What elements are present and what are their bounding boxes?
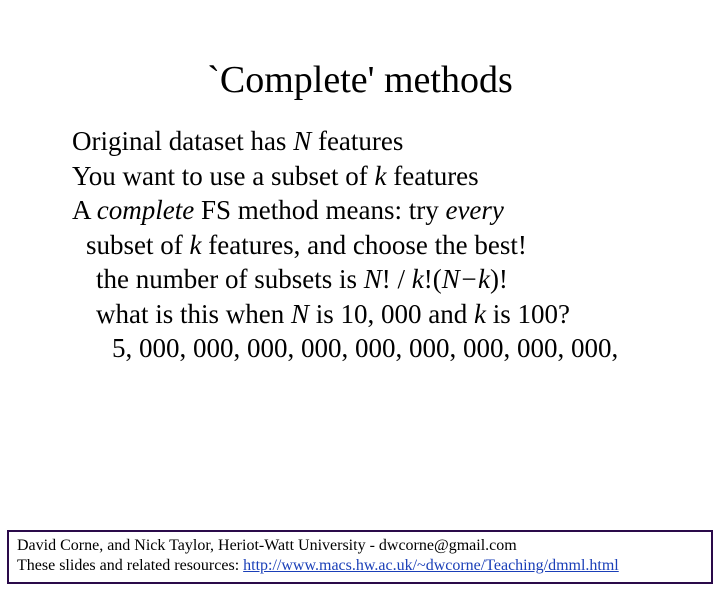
body-line-3: A complete FS method means: try every (72, 193, 660, 228)
text: You want to use a subset of (72, 161, 375, 191)
slide-footer: David Corne, and Nick Taylor, Heriot-Wat… (7, 530, 713, 584)
variable-k: k (474, 299, 486, 329)
footer-link[interactable]: http://www.macs.hw.ac.uk/~dwcorne/Teachi… (243, 557, 619, 574)
footer-line-1: David Corne, and Nick Taylor, Heriot-Wat… (17, 536, 703, 556)
body-line-6: what is this when N is 10, 000 and k is … (72, 297, 660, 332)
text: )! (490, 264, 508, 294)
text: the number of subsets is (96, 264, 364, 294)
footer-prefix: These slides and related resources: (17, 557, 243, 574)
text: Original dataset has (72, 126, 293, 156)
term-every: every (445, 195, 503, 225)
term-complete: complete (97, 195, 194, 225)
slide-body: Original dataset has N features You want… (0, 124, 720, 366)
formula-nk: N−k (442, 264, 490, 294)
text: features (311, 126, 403, 156)
body-line-5: the number of subsets is N! / k!(N−k)! (72, 262, 660, 297)
text: !( (424, 264, 442, 294)
text: is 100? (486, 299, 570, 329)
body-line-4: subset of k features, and choose the bes… (72, 228, 660, 263)
variable-n: N (293, 126, 311, 156)
variable-k: k (190, 230, 202, 260)
text: features, and choose the best! (201, 230, 526, 260)
footer-line-2: These slides and related resources: http… (17, 556, 703, 576)
variable-k: k (375, 161, 387, 191)
body-line-2: You want to use a subset of k features (72, 159, 660, 194)
variable-k: k (412, 264, 424, 294)
body-line-1: Original dataset has N features (72, 124, 660, 159)
text: A (72, 195, 97, 225)
text: is 10, 000 and (309, 299, 474, 329)
slide: `Complete' methods Original dataset has … (0, 58, 720, 598)
text: what is this when (96, 299, 291, 329)
text: ! / (382, 264, 412, 294)
slide-title: `Complete' methods (0, 58, 720, 102)
text: features (386, 161, 478, 191)
variable-n: N (291, 299, 309, 329)
text: FS method means: try (194, 195, 445, 225)
body-line-7: 5, 000, 000, 000, 000, 000, 000, 000, 00… (72, 331, 660, 366)
text: subset of (86, 230, 190, 260)
variable-n: N (364, 264, 382, 294)
